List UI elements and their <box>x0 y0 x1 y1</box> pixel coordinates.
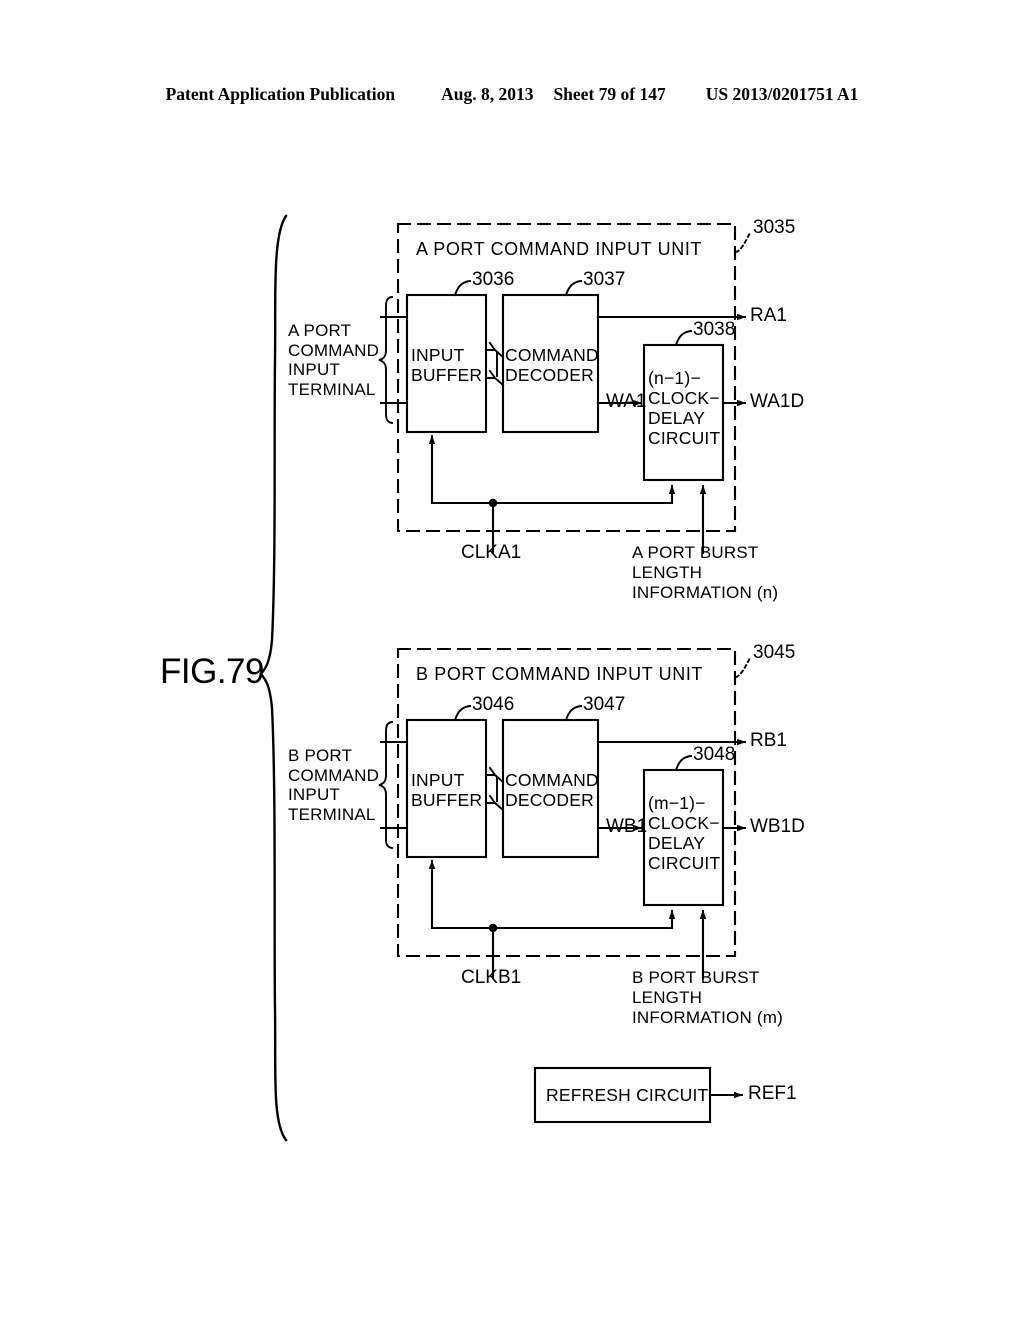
a-port-terminal-brace <box>378 295 394 425</box>
b-port-command-decoder-ref: 3047 <box>583 694 626 715</box>
b-port-wb1-label: WB1 <box>606 816 648 837</box>
a-port-unit-ref: 3035 <box>753 217 796 238</box>
a-port-delay-circuit-label: (n−1)− CLOCK− DELAY CIRCUIT <box>648 368 721 448</box>
b-port-input-buffer-label: INPUT BUFFER <box>411 770 483 810</box>
refresh-output-label: REF1 <box>748 1083 797 1104</box>
b-port-ref-3048-leader <box>674 754 693 772</box>
b-port-terminal-brace <box>378 720 394 850</box>
b-port-wb1d-label: WB1D <box>750 816 805 837</box>
a-port-delay-circuit-ref: 3038 <box>693 319 736 340</box>
b-port-burst-label: B PORT BURST LENGTH INFORMATION (m) <box>632 968 783 1027</box>
b-port-delay-circuit-ref: 3048 <box>693 744 736 765</box>
figure-79: FIG.79 A PORT COMMAND INPUT UNIT 3035 A … <box>0 0 1024 1320</box>
figure-brace <box>259 214 288 1142</box>
a-port-ref-3037-leader <box>564 279 583 297</box>
figure-label: FIG.79 <box>160 652 264 691</box>
a-port-unit-title: A PORT COMMAND INPUT UNIT <box>416 239 703 259</box>
a-port-ref-3038-leader <box>674 329 693 347</box>
a-port-command-decoder-ref: 3037 <box>583 269 626 290</box>
b-port-input-buffer-ref: 3046 <box>472 694 515 715</box>
b-port-terminal-label: B PORT COMMAND INPUT TERMINAL <box>288 746 380 824</box>
a-port-wa1d-label: WA1D <box>750 391 805 412</box>
a-port-clock-label: CLKA1 <box>461 542 522 563</box>
a-port-ref-3035-leader <box>734 231 752 254</box>
a-port-command-decoder-label: COMMAND DECODER <box>505 345 599 385</box>
b-port-ref-3047-leader <box>564 704 583 722</box>
a-port-ref-3036-leader <box>453 279 472 297</box>
b-port-delay-circuit-label: (m−1)− CLOCK− DELAY CIRCUIT <box>648 793 721 873</box>
a-port-bus-link <box>485 341 505 387</box>
a-port-burst-label: A PORT BURST LENGTH INFORMATION (n) <box>632 543 779 602</box>
b-port-unit-title: B PORT COMMAND INPUT UNIT <box>416 664 704 684</box>
a-port-terminal-label: A PORT COMMAND INPUT TERMINAL <box>288 321 380 399</box>
a-port-input-buffer-ref: 3036 <box>472 269 515 290</box>
refresh-circuit-label: REFRESH CIRCUIT <box>546 1085 709 1105</box>
b-port-command-decoder-label: COMMAND DECODER <box>505 770 599 810</box>
b-port-ref-3045-leader <box>734 656 752 679</box>
b-port-ref-3046-leader <box>453 704 472 722</box>
b-port-rb1-label: RB1 <box>750 730 787 751</box>
b-port-unit-ref: 3045 <box>753 642 796 663</box>
a-port-wa1-label: WA1 <box>606 391 647 412</box>
b-port-bus-link <box>485 766 505 812</box>
b-port-clock-label: CLKB1 <box>461 967 522 988</box>
figure-drawing <box>259 214 752 1142</box>
a-port-input-buffer-label: INPUT BUFFER <box>411 345 483 385</box>
a-port-ra1-label: RA1 <box>750 305 787 326</box>
